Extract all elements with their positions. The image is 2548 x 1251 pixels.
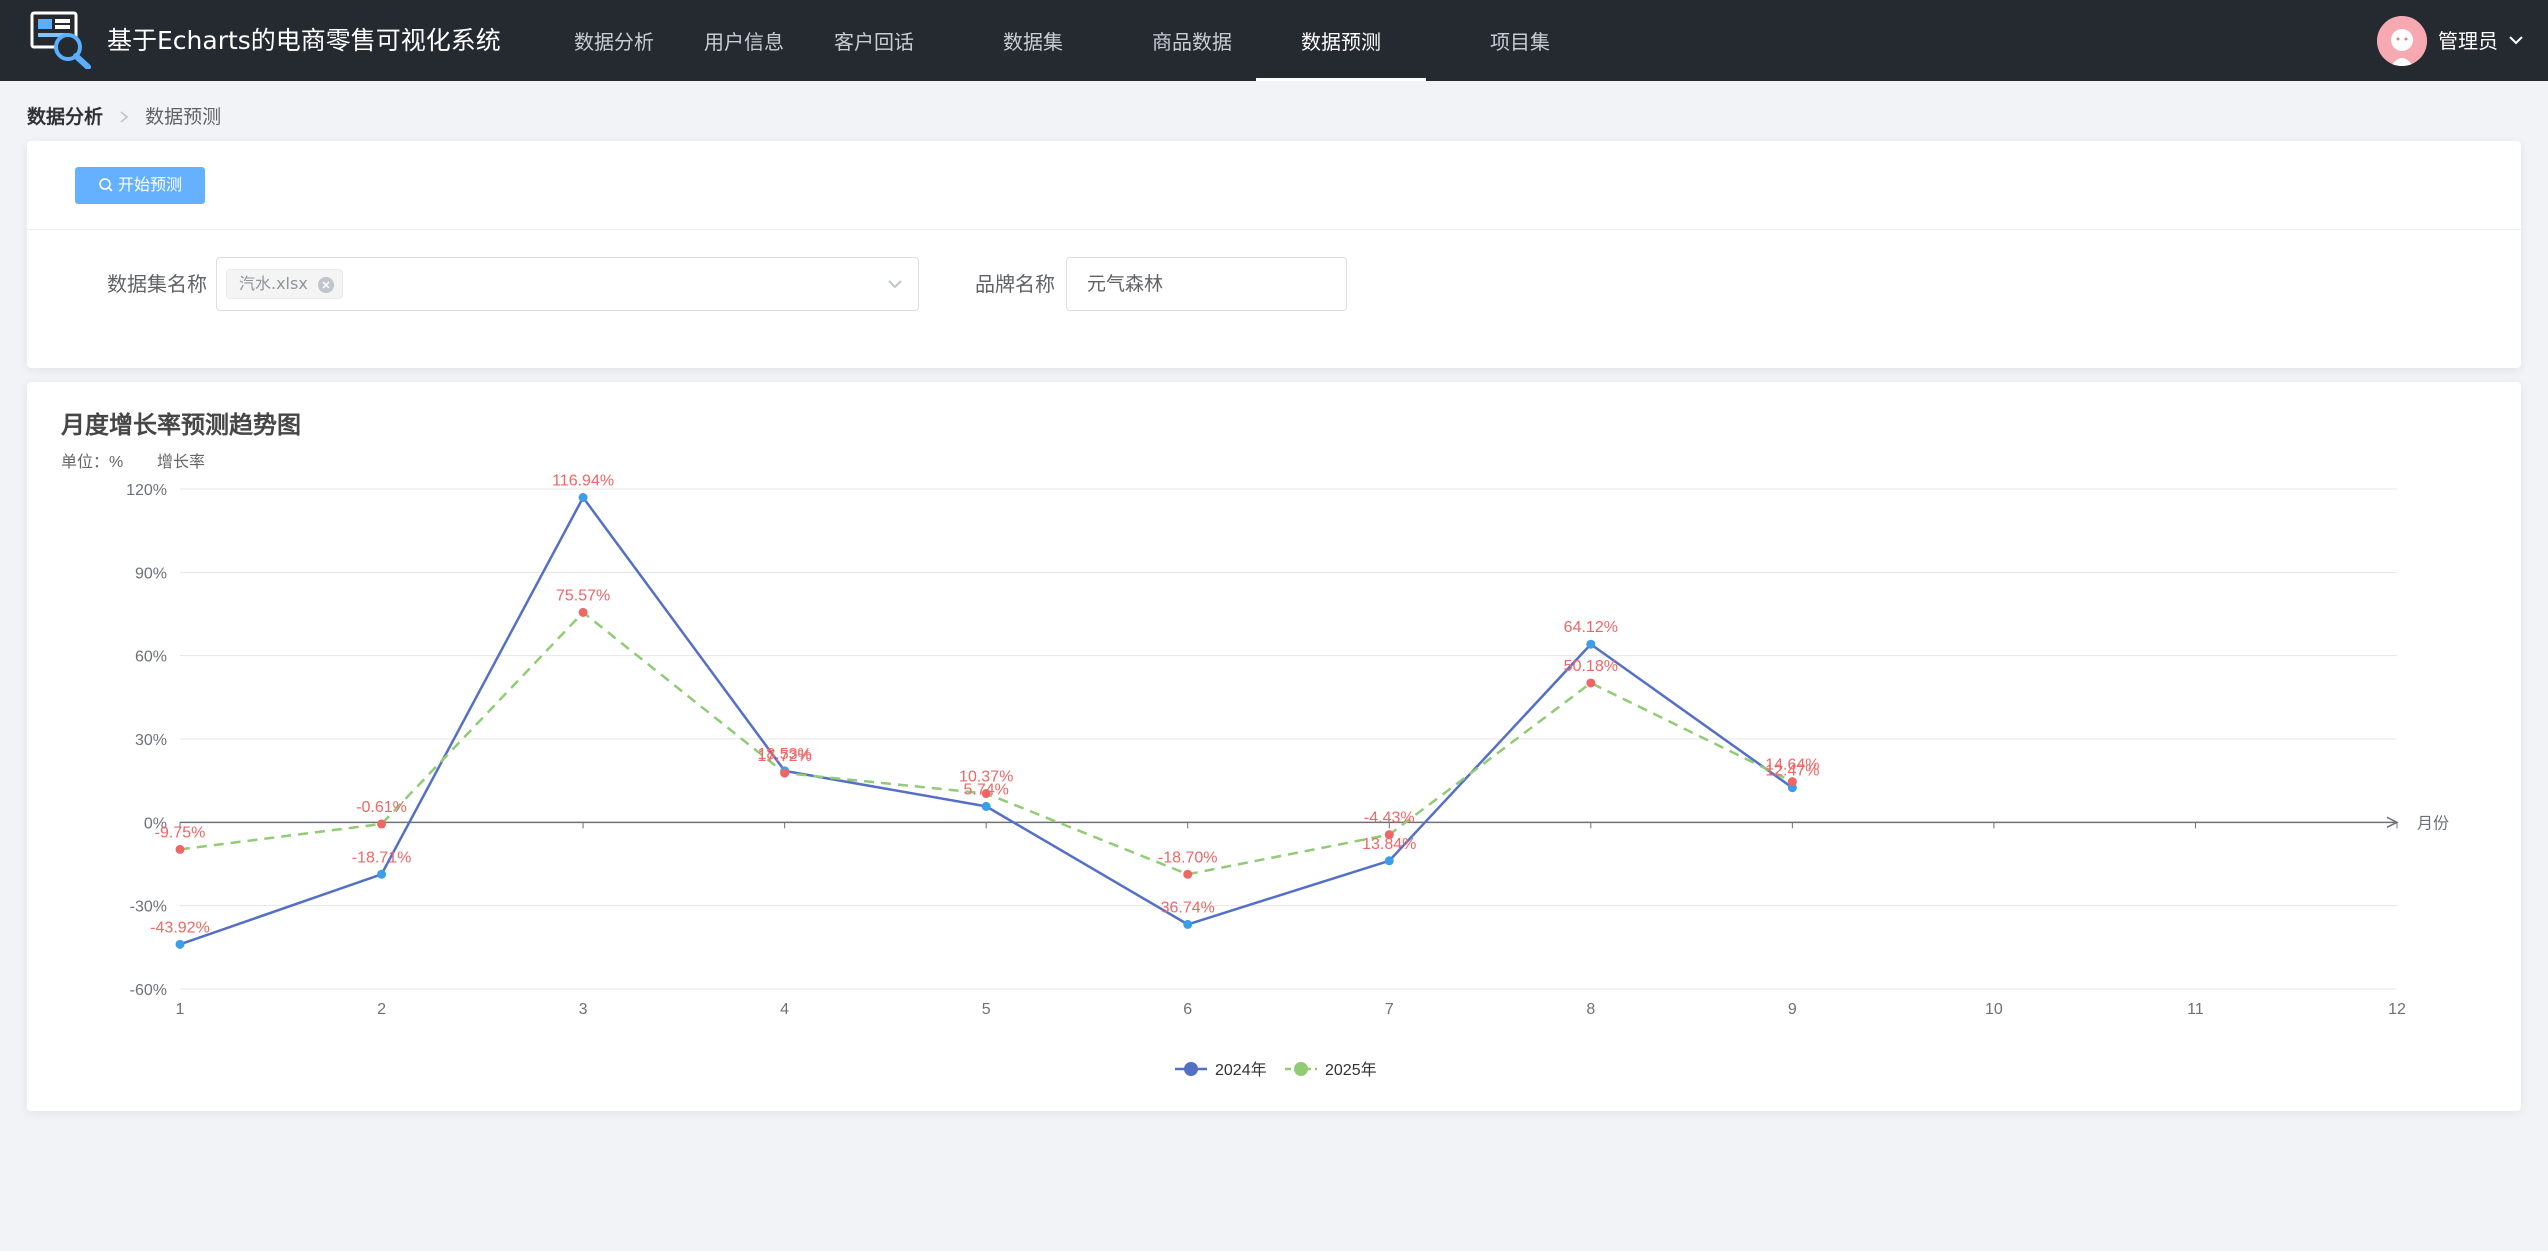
breadcrumb-parent[interactable]: 数据分析 bbox=[27, 106, 103, 128]
series-2024-data-label: 36.74% bbox=[1161, 899, 1215, 916]
nav-projects[interactable]: 项目集 bbox=[1470, 0, 1570, 81]
close-icon[interactable] bbox=[317, 277, 334, 293]
series-2025-data-label: -9.75% bbox=[155, 824, 206, 841]
series-2024-data-label: 13.84% bbox=[1362, 836, 1416, 853]
series-2025-line bbox=[179, 611, 1793, 876]
nav-data-prediction[interactable]: 数据预测 bbox=[1256, 0, 1426, 81]
series-2025-data-label: -0.61% bbox=[356, 799, 407, 816]
series-2025-point[interactable] bbox=[377, 819, 387, 829]
series-2025-point[interactable] bbox=[175, 844, 185, 854]
start-prediction-label: 开始预测 bbox=[117, 177, 182, 194]
y-axis-label: 增长率 bbox=[157, 453, 205, 471]
brand-name-input[interactable]: 元气森林 bbox=[1066, 257, 1347, 311]
x-tick-label: 9 bbox=[1788, 1001, 1797, 1018]
series-2024-line bbox=[179, 496, 1794, 946]
growth-rate-line-chart: 单位：% 增长率-60%-30%0%30%60%90%120%月份1 2 3 4 5 6 7 8… bbox=[61, 453, 2449, 1079]
nav-customer-sessions[interactable]: 客户回话 bbox=[824, 0, 924, 81]
user-name[interactable]: 管理员 bbox=[2438, 26, 2498, 56]
dataset-name-label: 数据集名称 bbox=[107, 272, 207, 296]
chevron-right-icon bbox=[119, 103, 129, 140]
series-2024-point[interactable] bbox=[578, 493, 588, 502]
x-tick-label: 12 bbox=[2388, 1001, 2406, 1018]
nav-datasets[interactable]: 数据集 bbox=[983, 0, 1083, 81]
breadcrumb-current: 数据预测 bbox=[145, 106, 222, 128]
chart-unit-label: 单位：% bbox=[61, 453, 123, 471]
nav-product-data[interactable]: 商品数据 bbox=[1142, 0, 1242, 81]
series-2025-data-label: 14.64% bbox=[1765, 757, 1819, 774]
dataset-select[interactable]: 汽水.xlsx bbox=[216, 257, 919, 311]
breadcrumb: 数据分析 数据预测 bbox=[27, 103, 221, 131]
series-2025-point[interactable] bbox=[1183, 869, 1193, 879]
app-logo-icon bbox=[30, 11, 91, 69]
y-tick-label: 90% bbox=[135, 565, 167, 582]
legend-2025-marker[interactable] bbox=[1294, 1062, 1308, 1076]
series-2024-point[interactable] bbox=[981, 801, 991, 811]
series-2024-point[interactable] bbox=[1384, 856, 1394, 866]
app-title: 基于Echarts的电商零售可视化系统 bbox=[107, 26, 501, 55]
dataset-tag: 汽水.xlsx bbox=[226, 269, 343, 299]
x-tick-label: 6 bbox=[1183, 1001, 1192, 1018]
x-tick-label: 1 bbox=[176, 1001, 185, 1018]
prediction-form-card: 开始预测 数据集名称 汽水.xlsx 品牌名称 元气森林 bbox=[27, 141, 2521, 368]
chevron-down-icon[interactable] bbox=[886, 277, 904, 291]
x-tick-label: 7 bbox=[1385, 1001, 1394, 1018]
series-2024-data-label: -43.92% bbox=[150, 919, 210, 936]
search-icon bbox=[99, 178, 113, 192]
series-2024-point[interactable] bbox=[1586, 639, 1596, 649]
growth-rate-chart-card: 月度增长率预测趋势图 单位：% 增长率 -60% -30% 0% 30% 60% 90% 120… bbox=[27, 382, 2521, 1111]
y-tick-label: 30% bbox=[135, 732, 167, 749]
x-tick-label: 4 bbox=[780, 1001, 789, 1018]
series-2025-point[interactable] bbox=[1586, 678, 1596, 688]
top-navbar: 基于Echarts的电商零售可视化系统 数据分析 用户信息 客户回话 数据集 商… bbox=[0, 0, 2548, 81]
series-2024-data-label: 116.94% bbox=[552, 473, 614, 490]
series-2025-data-label: -4.43% bbox=[1364, 810, 1415, 827]
x-tick-label: 8 bbox=[1586, 1001, 1595, 1018]
x-axis-label: 月份 bbox=[2417, 814, 2449, 832]
y-tick-label: -60% bbox=[130, 982, 167, 999]
x-tick-label: 2 bbox=[377, 1001, 386, 1018]
chevron-down-icon[interactable] bbox=[2508, 34, 2524, 46]
legend-2025-label: 2025年 bbox=[1325, 1061, 1377, 1079]
x-tick-label: 5 bbox=[982, 1001, 991, 1018]
series-2024-point[interactable] bbox=[1183, 919, 1193, 929]
y-tick-label: 120% bbox=[126, 482, 167, 499]
x-tick-label: 11 bbox=[2187, 1001, 2204, 1018]
x-tick-label: 3 bbox=[579, 1001, 588, 1018]
y-tick-label: 60% bbox=[135, 649, 167, 666]
x-tick-label: 10 bbox=[1985, 1001, 2003, 1018]
series-2024-data-label: -18.71% bbox=[352, 849, 412, 866]
series-2025-data-label: 10.37% bbox=[959, 769, 1013, 786]
dataset-tag-label: 汽水.xlsx bbox=[239, 274, 308, 293]
nav-data-analysis[interactable]: 数据分析 bbox=[564, 0, 664, 81]
brand-name-label: 品牌名称 bbox=[975, 272, 1055, 296]
legend-2024-marker[interactable] bbox=[1184, 1062, 1198, 1076]
y-tick-label: -30% bbox=[130, 899, 167, 916]
form-divider bbox=[27, 229, 2521, 230]
series-2024-data-label: 64.12% bbox=[1564, 619, 1618, 636]
avatar-face-icon bbox=[2377, 16, 2427, 66]
series-2024-point[interactable] bbox=[377, 869, 387, 879]
start-prediction-button[interactable]: 开始预测 bbox=[75, 167, 205, 204]
series-2025-point[interactable] bbox=[578, 607, 588, 617]
nav-user-info[interactable]: 用户信息 bbox=[694, 0, 794, 81]
series-2025-data-label: 75.57% bbox=[556, 587, 610, 604]
series-2025-data-label: 50.18% bbox=[1564, 658, 1618, 675]
series-2024-point[interactable] bbox=[175, 939, 185, 949]
series-2025-data-label: 17.72% bbox=[758, 748, 812, 765]
series-2025-data-label: -18.70% bbox=[1158, 849, 1218, 866]
legend-2024-label: 2024年 bbox=[1215, 1061, 1267, 1079]
series-2025-point[interactable] bbox=[780, 768, 790, 778]
user-avatar[interactable] bbox=[2377, 16, 2427, 66]
